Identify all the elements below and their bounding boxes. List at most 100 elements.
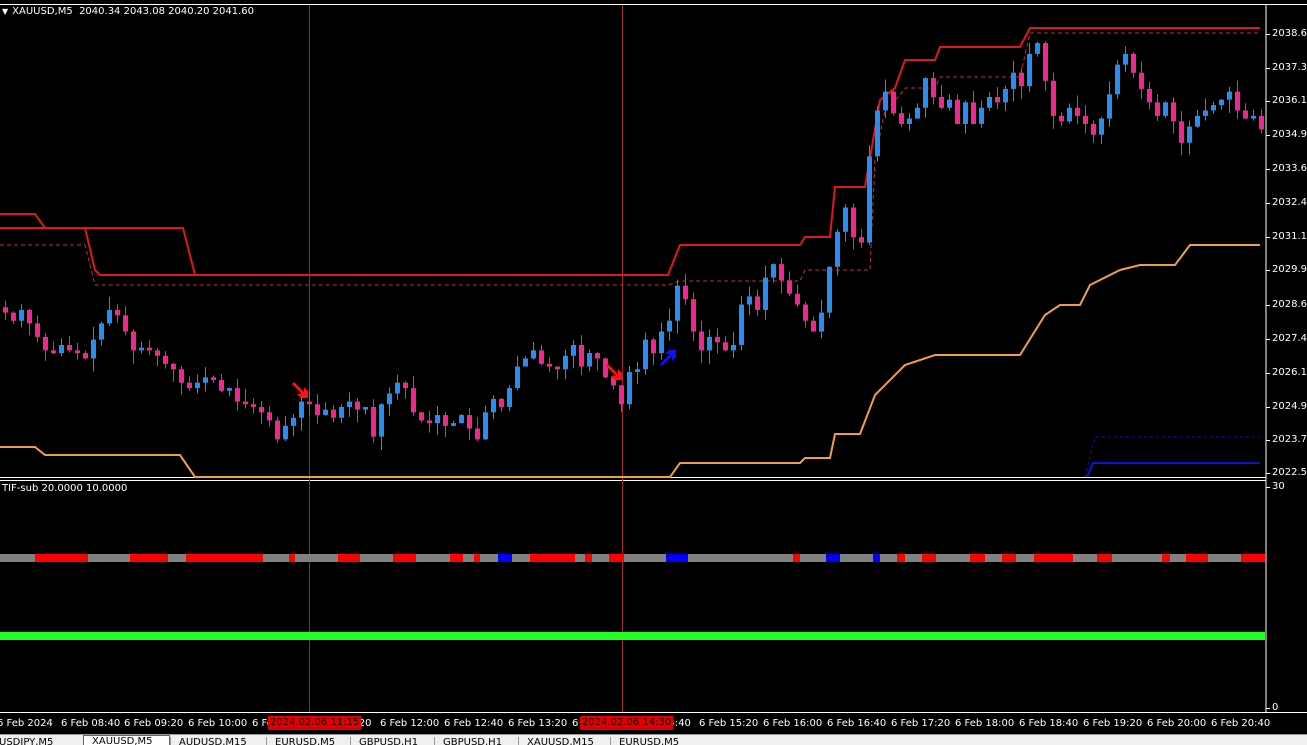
price-tick-label: 2031.15 — [1265, 231, 1307, 242]
candle-body — [915, 107, 920, 119]
blue-dashed-line — [1084, 436, 1260, 478]
candle-body — [763, 277, 768, 310]
candle-body — [803, 304, 808, 321]
candle-body — [1131, 53, 1136, 73]
signal-segment — [609, 554, 624, 562]
candle-body — [51, 350, 56, 354]
signal-segment — [1112, 554, 1162, 562]
candle-body — [35, 323, 40, 337]
candle-body — [355, 401, 360, 410]
candle-body — [851, 207, 856, 238]
candle-body — [971, 102, 976, 124]
signal-segment — [295, 554, 338, 562]
candle-body — [339, 406, 344, 418]
candle-body — [155, 350, 160, 356]
candle-body — [395, 382, 400, 394]
candle-body — [691, 299, 696, 332]
candle-body — [739, 304, 744, 345]
candle-body — [315, 404, 320, 416]
candle-body — [107, 309, 112, 324]
signal-segment — [936, 554, 970, 562]
candle-body — [1179, 121, 1184, 143]
candle-body — [131, 331, 136, 351]
signal-segment — [905, 554, 922, 562]
signal-segment — [498, 554, 512, 562]
candle-body — [435, 415, 440, 424]
candle-body — [635, 369, 640, 372]
time-tick-label: 6 Feb 16:00 — [763, 718, 823, 729]
candle-body — [859, 237, 864, 243]
subwindow-title: TIF-sub 20.0000 10.0000 — [2, 483, 128, 494]
candle-body — [203, 377, 208, 383]
candle-body — [811, 320, 816, 332]
candle-body — [1203, 110, 1208, 116]
candle-body — [427, 420, 432, 424]
candle-body — [1123, 53, 1128, 65]
time-tick-label: 6 Feb 17:20 — [891, 718, 951, 729]
candle-body — [1051, 80, 1056, 116]
signal-segment — [1186, 554, 1208, 562]
candle-body — [291, 417, 296, 426]
signal-segment — [474, 554, 480, 562]
blue-level-line — [1086, 462, 1260, 478]
candle-body — [75, 350, 80, 354]
candle-body — [251, 404, 256, 407]
time-tick-label: 6 Feb 15:20 — [699, 718, 759, 729]
candle-body — [83, 353, 88, 359]
signal-band — [0, 554, 1265, 562]
signal-segment — [1170, 554, 1186, 562]
candle-body — [987, 96, 992, 108]
signal-segment — [480, 554, 498, 562]
candle-body — [947, 99, 952, 108]
candle-body — [891, 91, 896, 114]
candle-body — [179, 369, 184, 383]
candle-body — [483, 412, 488, 440]
candles-group — [3, 41, 1264, 450]
signal-segment — [897, 554, 905, 562]
candle-body — [563, 355, 568, 370]
signal-segment — [289, 554, 295, 562]
candle-body — [11, 312, 16, 321]
time-tick-label: 6 Feb 12:40 — [444, 718, 504, 729]
candle-body — [619, 385, 624, 405]
candle-body — [363, 406, 368, 410]
candle-body — [643, 339, 648, 370]
candle-body — [467, 415, 472, 429]
signal-segment — [416, 554, 450, 562]
signal-segment — [826, 554, 840, 562]
time-tick-label: 6 Feb 08:40 — [61, 718, 121, 729]
candle-body — [995, 96, 1000, 103]
candle-body — [211, 377, 216, 381]
chart-canvas[interactable] — [0, 0, 1307, 744]
price-tick-label: 2032.40 — [1265, 197, 1307, 208]
signal-segment — [450, 554, 463, 562]
candle-body — [531, 350, 536, 359]
candle-body — [219, 380, 224, 391]
candle-body — [43, 336, 48, 351]
signal-segment — [840, 554, 873, 562]
candle-body — [827, 266, 832, 313]
price-tick-label: 2034.90 — [1265, 129, 1307, 140]
sell-arrow-icon — [292, 382, 308, 398]
candle-body — [59, 344, 64, 354]
candle-body — [779, 264, 784, 281]
candle-body — [939, 96, 944, 108]
candle-body — [715, 336, 720, 343]
candle-body — [1163, 102, 1168, 116]
candle-body — [747, 296, 752, 305]
signal-segment — [1241, 554, 1265, 562]
candle-body — [683, 285, 688, 300]
candle-body — [1011, 72, 1016, 89]
candle-body — [115, 309, 120, 316]
candle-body — [1227, 91, 1232, 100]
candle-body — [515, 366, 520, 389]
candle-body — [147, 347, 152, 351]
candle-body — [379, 404, 384, 437]
crosshair-time-label: 2024.02.06 11:15 — [268, 716, 362, 730]
price-tick-label: 2036.15 — [1265, 95, 1307, 106]
candle-body — [3, 307, 8, 313]
candle-body — [1147, 88, 1152, 103]
candle-body — [19, 309, 24, 321]
signal-segment — [624, 554, 666, 562]
candle-body — [419, 412, 424, 421]
